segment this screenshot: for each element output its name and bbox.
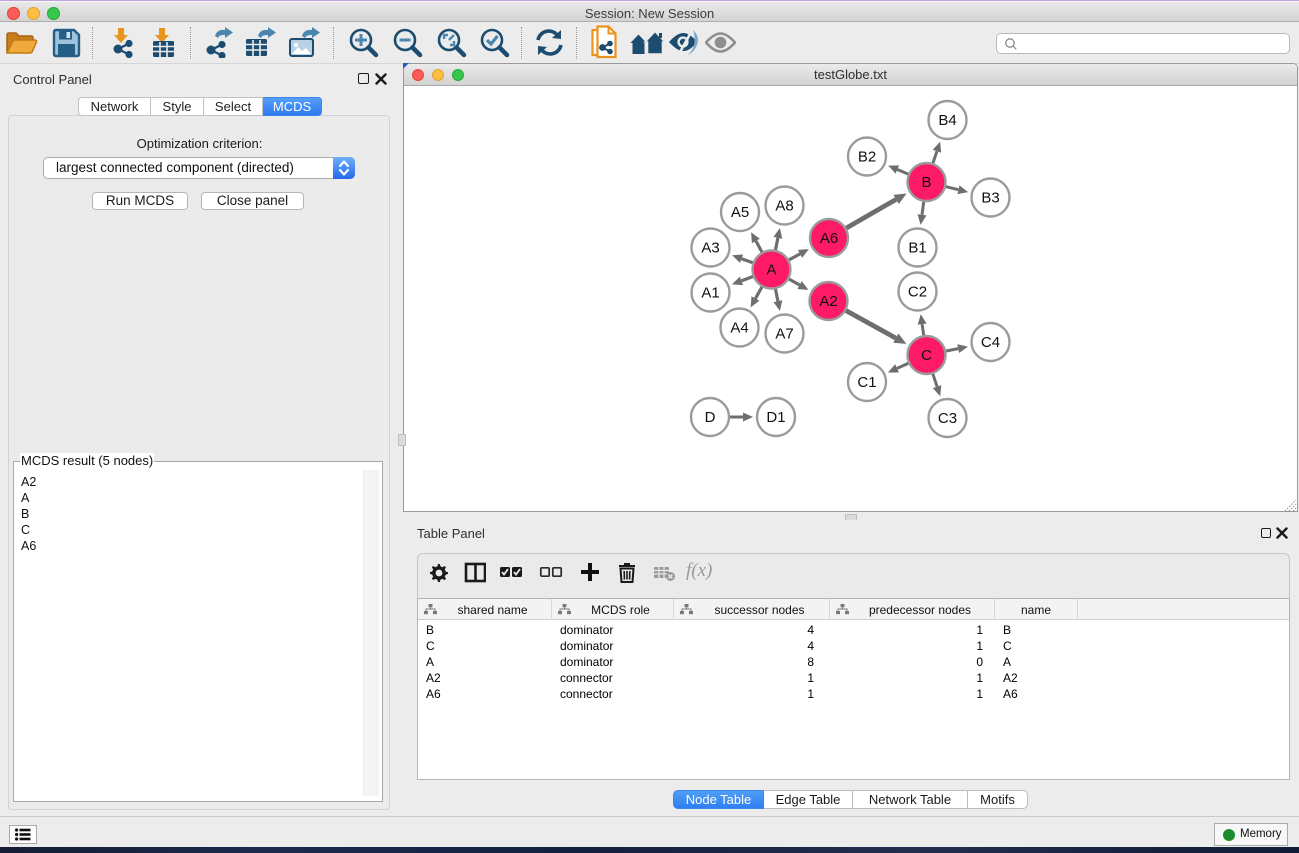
svg-text:A3: A3 [701,240,719,257]
svg-text:A6: A6 [820,230,838,247]
svg-text:A1: A1 [701,285,719,302]
svg-text:C3: C3 [938,410,957,427]
svg-text:A: A [766,262,776,279]
svg-text:B3: B3 [981,190,999,207]
svg-text:D1: D1 [766,409,785,426]
svg-text:A4: A4 [730,320,748,337]
svg-text:C4: C4 [981,334,1000,351]
svg-text:B4: B4 [938,112,956,129]
svg-text:C2: C2 [908,284,927,301]
svg-text:A7: A7 [775,326,793,343]
svg-text:A8: A8 [775,198,793,215]
svg-text:A2: A2 [819,293,837,310]
svg-text:A5: A5 [731,204,749,221]
svg-text:B1: B1 [908,240,926,257]
svg-text:C: C [921,347,932,364]
svg-text:B: B [921,174,931,191]
svg-text:B2: B2 [858,149,876,166]
svg-text:D: D [705,409,716,426]
svg-text:C1: C1 [857,374,876,391]
